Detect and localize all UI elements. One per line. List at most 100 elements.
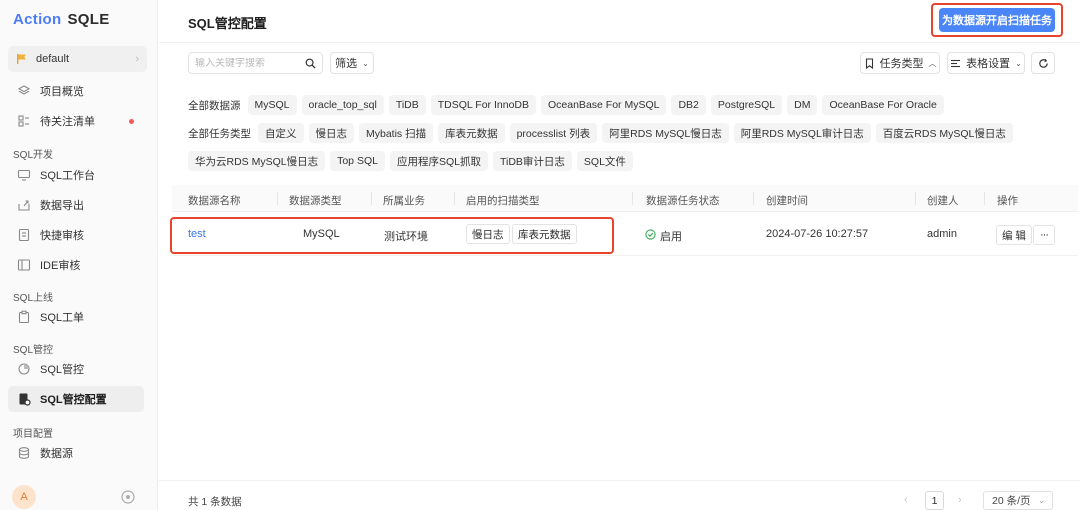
refresh-button[interactable]: [1031, 52, 1055, 74]
group-label-sql-release: SQL上线: [13, 293, 54, 304]
datasource-chip[interactable]: DM: [787, 95, 818, 115]
table-settings-button[interactable]: 表格设置 ⌄: [947, 52, 1025, 74]
sidebar-item-sql-workbench[interactable]: SQL工作台: [8, 162, 144, 188]
datasource-filter-row: 全部数据源 MySQL oracle_top_sql TiDB TDSQL Fo…: [188, 95, 944, 115]
task-type-chip[interactable]: 自定义: [258, 123, 304, 143]
datasource-chip[interactable]: TiDB: [388, 95, 426, 115]
app-logo[interactable]: Action SQLE: [13, 11, 110, 28]
chevron-down-icon: ⌄: [362, 58, 369, 68]
group-label-sql-control: SQL管控: [13, 345, 54, 356]
task-type-filter-label[interactable]: 全部任务类型: [188, 126, 251, 141]
sidebar-item-data-export[interactable]: 数据导出: [8, 192, 144, 218]
user-avatar[interactable]: A: [12, 485, 36, 509]
sidebar-item-sql-ticket[interactable]: SQL工单: [8, 304, 144, 330]
enable-scan-task-button[interactable]: 为数据源开启扫描任务: [939, 8, 1055, 32]
column-header: 所属业务: [383, 195, 425, 207]
search-input[interactable]: [195, 57, 295, 69]
task-type-chip[interactable]: Top SQL: [330, 151, 385, 171]
more-actions-button[interactable]: ···: [1033, 225, 1055, 245]
column-divider: [371, 192, 372, 205]
column-divider: [753, 192, 754, 205]
next-page-icon[interactable]: ›: [958, 494, 962, 506]
scan-type-tag: 库表元数据: [512, 224, 577, 244]
datasource-chip[interactable]: OceanBase For Oracle: [822, 95, 944, 115]
ide-icon: [17, 259, 31, 271]
search-field[interactable]: [188, 52, 323, 74]
project-selector[interactable]: default ›: [8, 46, 147, 72]
check-circle-icon: [645, 229, 656, 240]
datasource-chip[interactable]: PostgreSQL: [710, 95, 783, 115]
sidebar-item-ide-audit[interactable]: IDE审核: [8, 252, 144, 278]
settings-gear-icon[interactable]: [120, 489, 136, 505]
chevron-up-icon: ︿: [928, 58, 937, 68]
task-type-toggle[interactable]: 任务类型 ︿: [860, 52, 940, 74]
sidebar: Action SQLE default › 项目概览 待关注清单 SQL开发 SQ…: [0, 0, 158, 510]
page-size-select[interactable]: 20 条/页 ⌄: [983, 491, 1053, 510]
list-settings-icon: [951, 59, 961, 67]
task-type-chip[interactable]: 应用程序SQL抓取: [389, 151, 488, 171]
column-header: 数据源类型: [289, 195, 342, 207]
datasource-chip[interactable]: TDSQL For InnoDB: [430, 95, 536, 115]
checklist-icon: [18, 115, 29, 127]
table-row: test MySQL 测试环境 启用 2024-07-26 10:27:57 a…: [172, 212, 1078, 256]
sidebar-item-datasource[interactable]: 数据源: [8, 440, 144, 466]
task-type-chip[interactable]: 华为云RDS MySQL慢日志: [188, 151, 326, 171]
sidebar-item-watchlist[interactable]: 待关注清单: [8, 108, 144, 134]
refresh-icon: [1038, 58, 1048, 68]
datasource-chip[interactable]: OceanBase For MySQL: [541, 95, 667, 115]
column-divider: [915, 192, 916, 205]
business-cell: 测试环境: [384, 231, 428, 243]
chevron-down-icon: ⌄: [1015, 58, 1022, 68]
datasource-chip[interactable]: MySQL: [247, 95, 297, 115]
export-icon: [18, 200, 30, 211]
task-type-chip[interactable]: 阿里RDS MySQL审计日志: [733, 123, 871, 143]
group-label-sql-dev: SQL开发: [13, 150, 54, 161]
column-header: 数据源名称: [188, 195, 241, 207]
task-type-filter-row-1: 全部任务类型 自定义 慢日志 Mybatis 扫描 库表元数据 processl…: [188, 123, 1013, 143]
ticket-icon: [18, 310, 30, 324]
task-type-filter-row-2: 华为云RDS MySQL慢日志 Top SQL 应用程序SQL抓取 TiDB审计…: [188, 151, 633, 171]
datasource-name-link[interactable]: test: [188, 228, 206, 240]
datasource-filter-label[interactable]: 全部数据源: [188, 98, 241, 113]
task-type-chip[interactable]: 百度云RDS MySQL慢日志: [875, 123, 1013, 143]
datasource-chip[interactable]: DB2: [671, 95, 706, 115]
task-type-chip[interactable]: Mybatis 扫描: [359, 123, 434, 143]
sidebar-item-quick-audit[interactable]: 快捷审核: [8, 222, 144, 248]
creator-cell: admin: [927, 228, 957, 240]
column-divider: [454, 192, 455, 205]
search-icon[interactable]: [305, 58, 316, 69]
quick-audit-icon: [18, 228, 30, 242]
column-header: 创建人: [927, 195, 959, 207]
column-header: 启用的扫描类型: [466, 195, 540, 207]
layers-icon: [17, 85, 31, 95]
task-type-chip[interactable]: 慢日志: [308, 123, 354, 143]
column-divider: [632, 192, 633, 205]
sidebar-item-sql-control[interactable]: SQL管控: [8, 356, 144, 382]
scan-type-tag: 慢日志: [466, 224, 510, 244]
prev-page-icon[interactable]: ‹: [904, 494, 908, 506]
column-header: 数据源任务状态: [646, 195, 720, 207]
task-type-chip[interactable]: TiDB审计日志: [492, 151, 572, 171]
flag-icon: [17, 54, 26, 64]
column-divider: [277, 192, 278, 205]
filter-button[interactable]: 筛选 ⌄: [330, 52, 374, 74]
chevron-right-icon: ›: [135, 53, 139, 65]
sidebar-item-sql-control-config[interactable]: SQL管控配置: [8, 386, 144, 412]
column-header: 操作: [997, 195, 1018, 207]
table-header: 数据源名称 数据源类型 所属业务 启用的扫描类型 数据源任务状态 创建时间 创建…: [172, 185, 1078, 212]
task-type-chip[interactable]: 阿里RDS MySQL慢日志: [602, 123, 729, 143]
task-type-chip[interactable]: 库表元数据: [438, 123, 505, 143]
task-type-chip[interactable]: processlist 列表: [509, 123, 598, 143]
footer-divider: [159, 480, 1080, 481]
control-icon: [18, 363, 30, 375]
created-at-cell: 2024-07-26 10:27:57: [766, 228, 869, 240]
edit-button[interactable]: 编 辑: [996, 225, 1032, 245]
current-page[interactable]: 1: [925, 491, 944, 510]
task-type-chip[interactable]: SQL文件: [576, 151, 633, 171]
datasource-chip[interactable]: oracle_top_sql: [301, 95, 384, 115]
sidebar-item-overview[interactable]: 项目概览: [8, 78, 144, 104]
bookmark-icon: [865, 57, 873, 69]
datasource-type-cell: MySQL: [303, 228, 340, 240]
column-header: 创建时间: [766, 195, 808, 207]
notification-dot: [129, 119, 134, 124]
